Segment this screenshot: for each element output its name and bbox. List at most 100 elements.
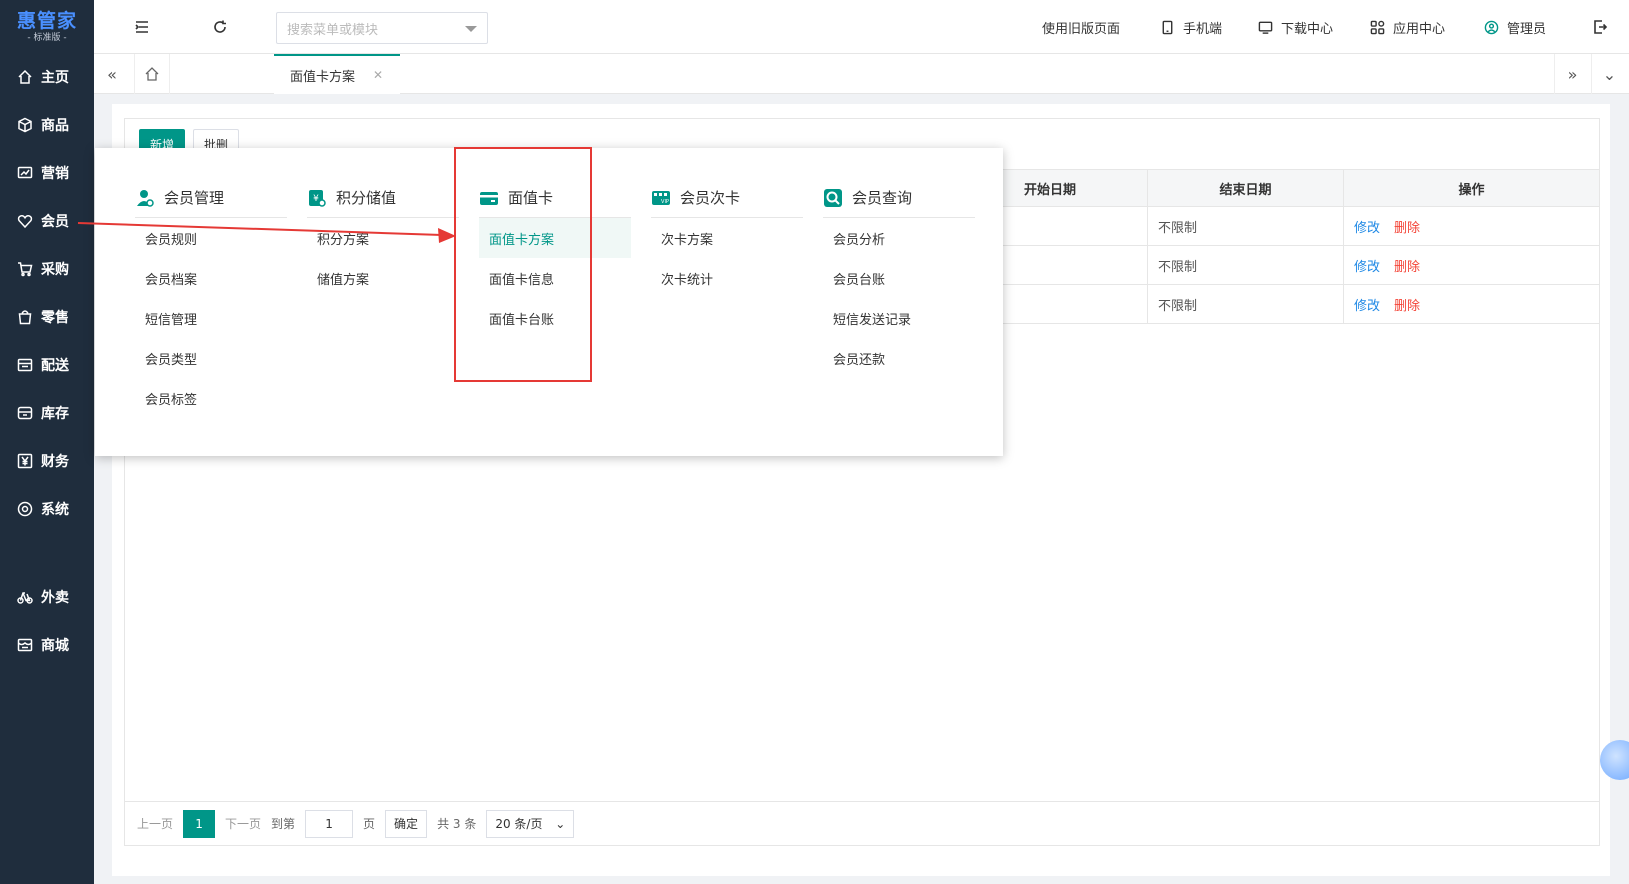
tab-bar: « 面值卡方案 ✕ » ⌄: [94, 54, 1629, 94]
page-unit-label: 页: [363, 817, 376, 831]
user-menu[interactable]: 管理员: [1484, 17, 1546, 37]
menu-column-title: VIP 会员次卡: [651, 178, 803, 218]
chevron-down-icon: [465, 26, 477, 32]
gear-icon: [16, 500, 34, 518]
sidebar-item-label: 系统: [41, 502, 69, 518]
current-page[interactable]: 1: [183, 809, 216, 838]
column-title-text: 积分储值: [336, 189, 397, 207]
chevron-down-icon: ⌄: [555, 816, 566, 831]
tab-face-value-card-plan[interactable]: 面值卡方案 ✕: [274, 54, 400, 94]
sidebar-item-finance[interactable]: 财务: [0, 446, 94, 476]
sidebar-item-label: 采购: [41, 262, 69, 278]
mobile-label: 手机端: [1183, 21, 1223, 37]
sidebar-item-stock[interactable]: 库存: [0, 398, 94, 428]
sidebar-item-mall[interactable]: 商城: [0, 630, 94, 660]
sidebar-item-label: 外卖: [41, 590, 69, 606]
logout-icon[interactable]: [1590, 17, 1610, 37]
svg-text:VIP: VIP: [661, 199, 669, 205]
sidebar: 惠管家 - 标准版 - 主页 商品 营销 会员 采购 零售 配送 库存 财务 系…: [0, 0, 94, 884]
menu-item-member-analysis[interactable]: 会员分析: [823, 218, 975, 258]
menu-search-select[interactable]: 搜索菜单或模块: [276, 12, 488, 44]
sidebar-item-retail[interactable]: 零售: [0, 302, 94, 332]
tabs-scroll-left-icon[interactable]: «: [94, 54, 130, 94]
sidebar-item-purchase[interactable]: 采购: [0, 254, 94, 284]
delete-link[interactable]: 删除: [1394, 256, 1420, 275]
sidebar-item-label: 零售: [41, 310, 69, 326]
tabs-scroll-right-icon[interactable]: »: [1554, 54, 1590, 94]
column-title-text: 会员查询: [852, 189, 913, 207]
apps-label: 应用中心: [1393, 21, 1446, 37]
menu-item-stored-value-plan[interactable]: 储值方案: [307, 258, 459, 298]
menu-item-member-ledger[interactable]: 会员台账: [823, 258, 975, 298]
menu-item-member-types[interactable]: 会员类型: [135, 338, 287, 378]
goto-confirm-button[interactable]: 确定: [385, 809, 428, 838]
tabs-menu-chevron-down-icon[interactable]: ⌄: [1591, 54, 1627, 94]
close-icon[interactable]: ✕: [373, 68, 383, 82]
actions-cell: 修改 删除: [1343, 207, 1599, 245]
sidebar-item-label: 商品: [41, 118, 69, 134]
sidebar-item-system[interactable]: 系统: [0, 494, 94, 524]
menu-item-count-card-stats[interactable]: 次卡统计: [651, 258, 803, 298]
column-title-text: 会员管理: [164, 189, 225, 207]
menu-item-member-rules[interactable]: 会员规则: [135, 218, 287, 258]
download-center-link[interactable]: 下载中心: [1258, 17, 1333, 37]
user-icon: [1484, 20, 1499, 34]
end-date-cell: 不限制: [1147, 246, 1343, 284]
home-icon: [145, 67, 159, 81]
sidebar-item-goods[interactable]: 商品: [0, 110, 94, 140]
sidebar-item-label: 配送: [41, 358, 69, 374]
edit-link[interactable]: 修改: [1354, 295, 1380, 314]
sidebar-item-member[interactable]: 会员: [0, 206, 94, 236]
mobile-link[interactable]: 手机端: [1160, 17, 1222, 37]
chart-icon: [16, 164, 34, 182]
actions-cell: 修改 删除: [1343, 285, 1599, 323]
menu-item-points-plan[interactable]: 积分方案: [307, 218, 459, 258]
old-page-link[interactable]: 使用旧版页面: [1042, 17, 1120, 37]
cart-icon: [16, 260, 34, 278]
delete-link[interactable]: 删除: [1394, 295, 1420, 314]
actions-cell: 修改 删除: [1343, 246, 1599, 284]
warehouse-icon: [16, 404, 34, 422]
logo[interactable]: 惠管家 - 标准版 -: [0, 0, 94, 54]
svg-text:¥: ¥: [313, 194, 319, 204]
column-title-text: 会员次卡: [680, 189, 741, 207]
edit-link[interactable]: 修改: [1354, 217, 1380, 236]
brand-name: 惠管家: [16, 10, 77, 32]
bag-icon: [16, 308, 34, 326]
next-page-button[interactable]: 下一页: [225, 815, 261, 832]
user-label: 管理员: [1507, 21, 1547, 37]
prev-page-button[interactable]: 上一页: [137, 815, 173, 832]
end-date-cell: 不限制: [1147, 285, 1343, 323]
page-size-select[interactable]: 20 条/页 ⌄: [486, 809, 575, 838]
home-icon: [16, 68, 34, 86]
heart-icon: [16, 212, 34, 230]
menu-item-member-profiles[interactable]: 会员档案: [135, 258, 287, 298]
page-number-input[interactable]: 1: [305, 809, 354, 838]
refresh-icon[interactable]: [210, 17, 230, 37]
total-count: 共 3 条: [437, 817, 477, 831]
menu-item-count-card-plan[interactable]: 次卡方案: [651, 218, 803, 258]
edit-link[interactable]: 修改: [1354, 256, 1380, 275]
app-center-link[interactable]: 应用中心: [1370, 17, 1445, 37]
sidebar-item-takeout[interactable]: 外卖: [0, 582, 94, 612]
old-page-label: 使用旧版页面: [1042, 21, 1121, 37]
menu-item-sms-send-records[interactable]: 短信发送记录: [823, 298, 975, 338]
points-icon: ¥: [307, 188, 327, 208]
menu-item-member-repayment[interactable]: 会员还款: [823, 338, 975, 378]
member-icon: [135, 188, 155, 208]
home-tab[interactable]: [134, 54, 170, 94]
sidebar-item-home[interactable]: 主页: [0, 62, 94, 92]
mobile-icon: [1162, 20, 1173, 34]
sidebar-item-delivery[interactable]: 配送: [0, 350, 94, 380]
sidebar-item-marketing[interactable]: 营销: [0, 158, 94, 188]
column-end-date: 结束日期: [1147, 170, 1343, 207]
brand-edition: - 标准版 -: [27, 33, 67, 43]
store-icon: [16, 636, 34, 654]
collapse-menu-icon[interactable]: [132, 17, 152, 37]
menu-item-member-tags[interactable]: 会员标签: [135, 378, 287, 418]
delete-link[interactable]: 删除: [1394, 217, 1420, 236]
tab-label: 面值卡方案: [290, 69, 356, 85]
vip-card-icon: VIP: [651, 188, 671, 208]
yen-icon: [16, 452, 34, 470]
menu-item-sms-management[interactable]: 短信管理: [135, 298, 287, 338]
